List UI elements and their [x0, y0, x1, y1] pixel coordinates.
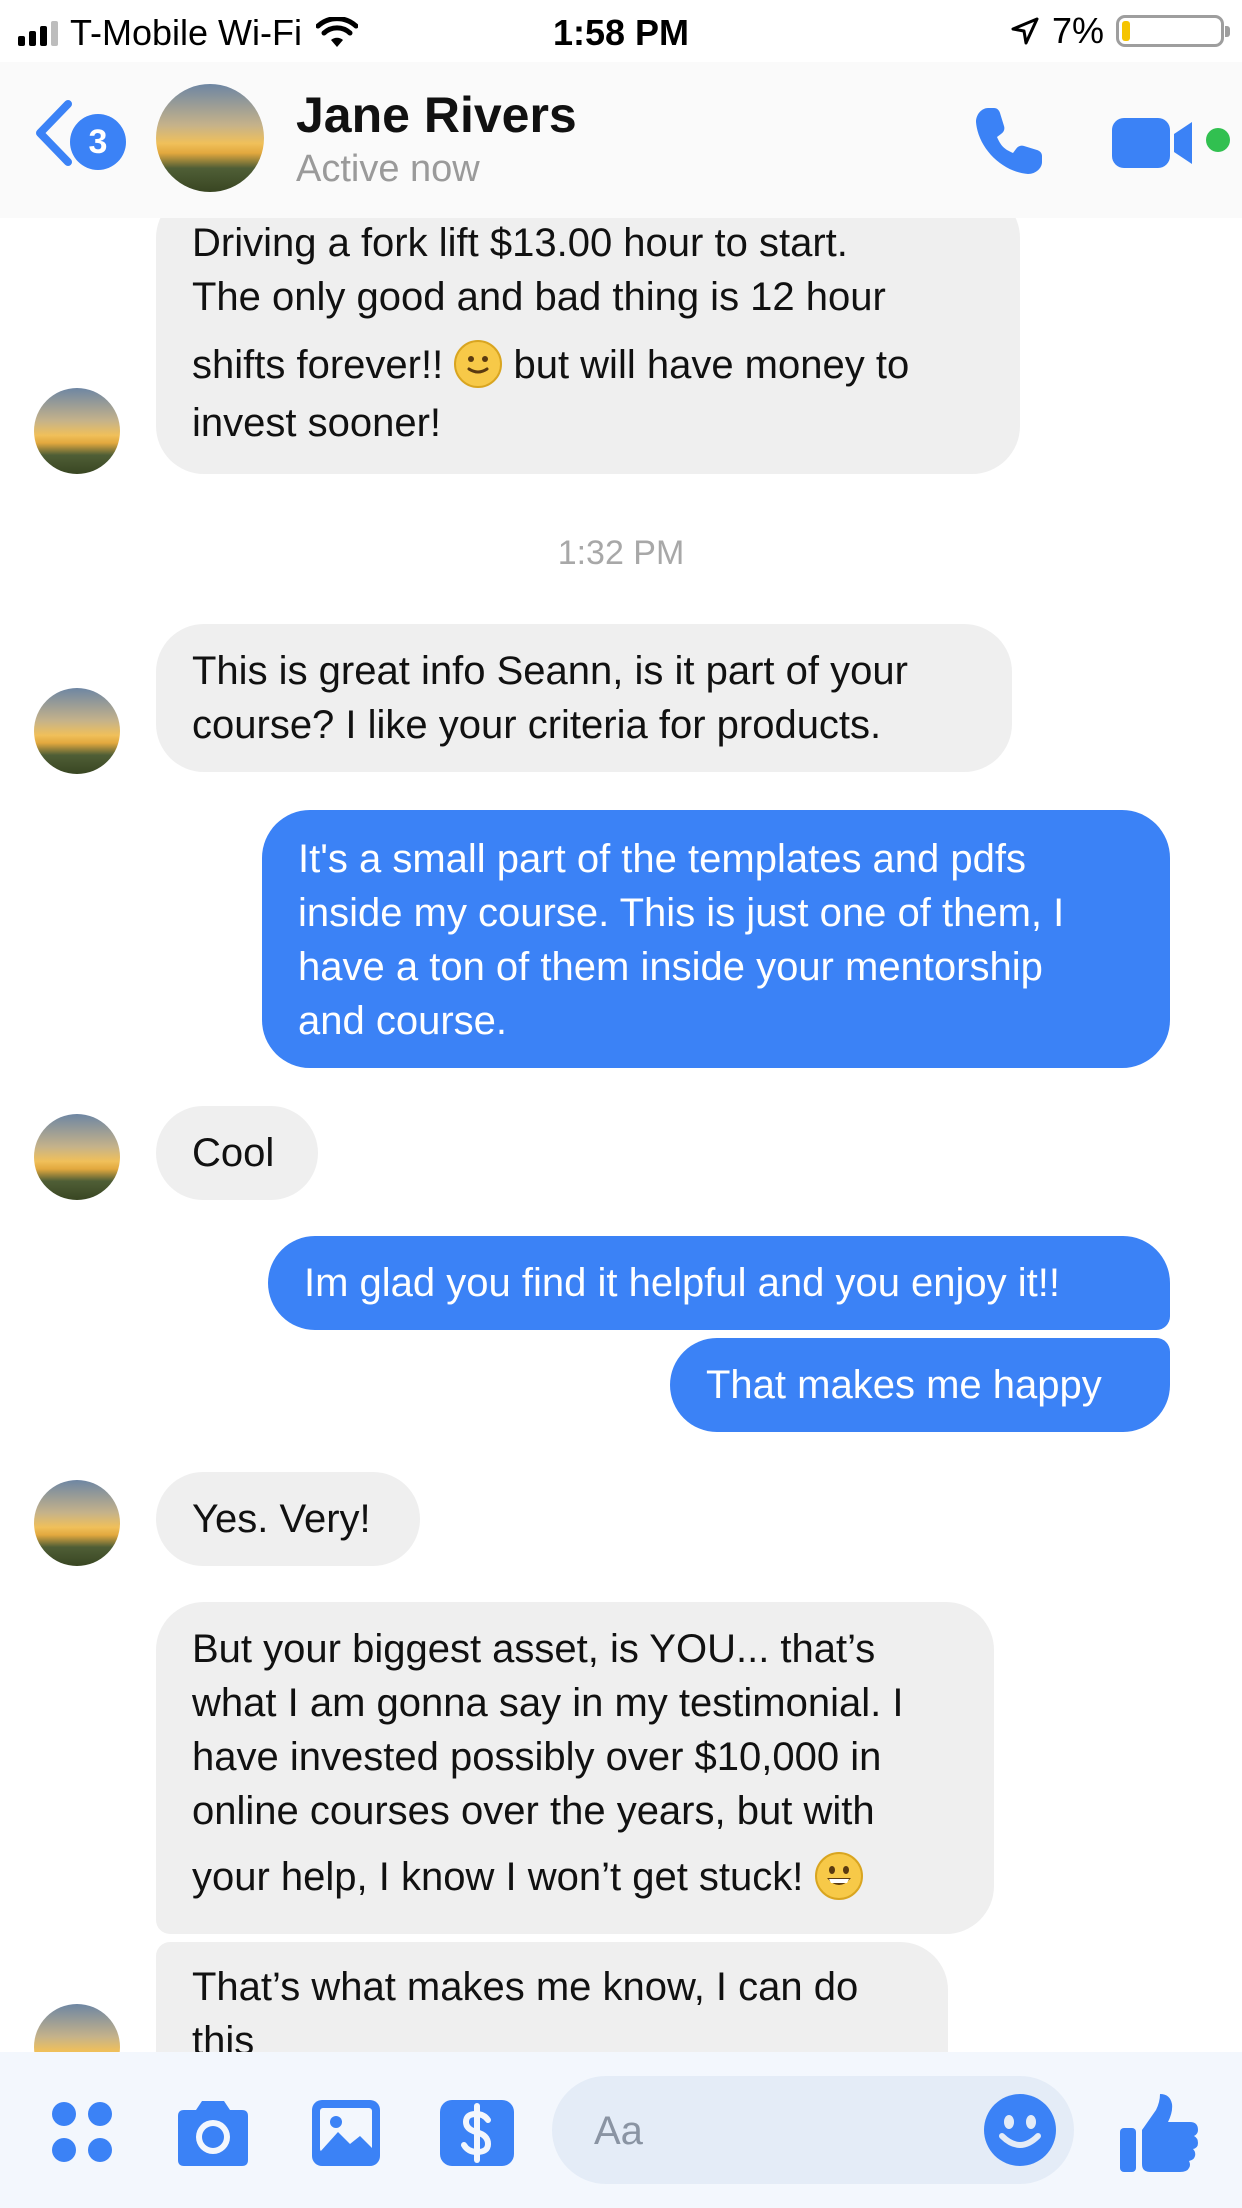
message-line: have invested possibly over $10,000 in: [192, 1735, 882, 1779]
video-call-button[interactable]: [1110, 112, 1198, 174]
message-line: course? I like your criteria for product…: [192, 703, 882, 747]
contact-avatar[interactable]: [34, 1480, 120, 1566]
message-line: It's a small part of the templates and p…: [298, 837, 1027, 881]
message-line: have a ton of them inside your mentorshi…: [298, 945, 1043, 989]
contact-avatar[interactable]: [34, 688, 120, 774]
video-camera-icon: [1112, 118, 1192, 168]
like-button[interactable]: [1116, 2090, 1202, 2176]
contact-avatar-header[interactable]: [156, 84, 264, 192]
payment-button[interactable]: [436, 2092, 518, 2174]
grinning-emoji-icon: [814, 1852, 863, 1900]
thumbs-up-icon: [1120, 2094, 1198, 2172]
message-line: That’s what makes me know, I can do: [192, 1965, 859, 2009]
location-arrow-icon: [1011, 17, 1039, 45]
contact-avatar[interactable]: [34, 388, 120, 474]
message-text: Im glad you find it helpful and you enjo…: [304, 1261, 1061, 1305]
message-thread[interactable]: Driving a fork lift $13.00 hour to start…: [0, 0, 1242, 2208]
message-text: Cool: [192, 1131, 275, 1175]
message-text: shifts forever!!: [192, 343, 444, 387]
online-indicator: [1206, 128, 1230, 152]
message-line: invest sooner!: [192, 401, 442, 445]
outgoing-message[interactable]: That makes me happy: [670, 1338, 1170, 1432]
message-line: The only good and bad thing is 12 hour: [192, 275, 886, 319]
message-line: Driving a fork lift $13.00 hour to start…: [192, 221, 848, 265]
camera-icon: [178, 2101, 248, 2166]
camera-button[interactable]: [172, 2092, 254, 2174]
photo-icon: [312, 2100, 380, 2166]
contact-status: Active now: [296, 148, 480, 190]
message-text: but will have money to: [513, 343, 910, 387]
battery-icon: [1116, 15, 1230, 47]
outgoing-message[interactable]: Im glad you find it helpful and you enjo…: [268, 1236, 1170, 1330]
incoming-message[interactable]: Cool: [156, 1106, 318, 1200]
contact-avatar[interactable]: [34, 1114, 120, 1200]
message-line: This is great info Seann, is it part of …: [192, 649, 908, 693]
message-input[interactable]: [592, 2102, 936, 2160]
incoming-message[interactable]: Driving a fork lift $13.00 hour to start…: [156, 190, 1020, 474]
message-text: That makes me happy: [706, 1363, 1102, 1407]
message-line: But your biggest asset, is YOU... that’s: [192, 1627, 876, 1671]
phone-icon: [976, 108, 1042, 174]
conversation-header: 3 Jane Rivers Active now: [0, 62, 1242, 218]
message-line: your help, I know I won’t get stuck!: [192, 1850, 958, 1904]
emoji-icon: [984, 2094, 1056, 2166]
message-line: inside my course. This is just one of th…: [298, 891, 1065, 935]
voice-call-button[interactable]: [968, 102, 1048, 182]
contact-name[interactable]: Jane Rivers: [296, 86, 577, 144]
incoming-message[interactable]: But your biggest asset, is YOU... that’s…: [156, 1602, 994, 1934]
gallery-button[interactable]: [306, 2092, 388, 2174]
message-text: Yes. Very!: [192, 1497, 371, 1541]
incoming-message[interactable]: Yes. Very!: [156, 1472, 420, 1566]
message-timestamp: 1:32 PM: [557, 534, 685, 572]
payment-icon: [440, 2100, 514, 2166]
status-bar: T-Mobile Wi-Fi 1:58 PM 7%: [0, 0, 1242, 62]
message-line: what I am gonna say in my testimonial. I: [192, 1681, 904, 1725]
message-text: your help, I know I won’t get stuck!: [192, 1855, 804, 1899]
battery-percent: 7%: [1051, 10, 1104, 51]
emoji-button[interactable]: [982, 2092, 1058, 2168]
message-line: and course.: [298, 999, 508, 1043]
unread-count-badge: 3: [70, 114, 126, 170]
menu-dots-icon: [52, 2102, 112, 2162]
status-right: 7%: [1010, 10, 1230, 52]
message-input-box[interactable]: [552, 2076, 1074, 2184]
outgoing-message[interactable]: It's a small part of the templates and p…: [262, 810, 1170, 1068]
message-composer: [0, 2052, 1242, 2208]
more-actions-button[interactable]: [42, 2092, 124, 2174]
message-line: shifts forever!! but will have money to: [192, 338, 984, 392]
message-line: online courses over the years, but with: [192, 1789, 875, 1833]
incoming-message[interactable]: This is great info Seann, is it part of …: [156, 624, 1012, 772]
slight-smile-emoji-icon: [454, 340, 503, 388]
